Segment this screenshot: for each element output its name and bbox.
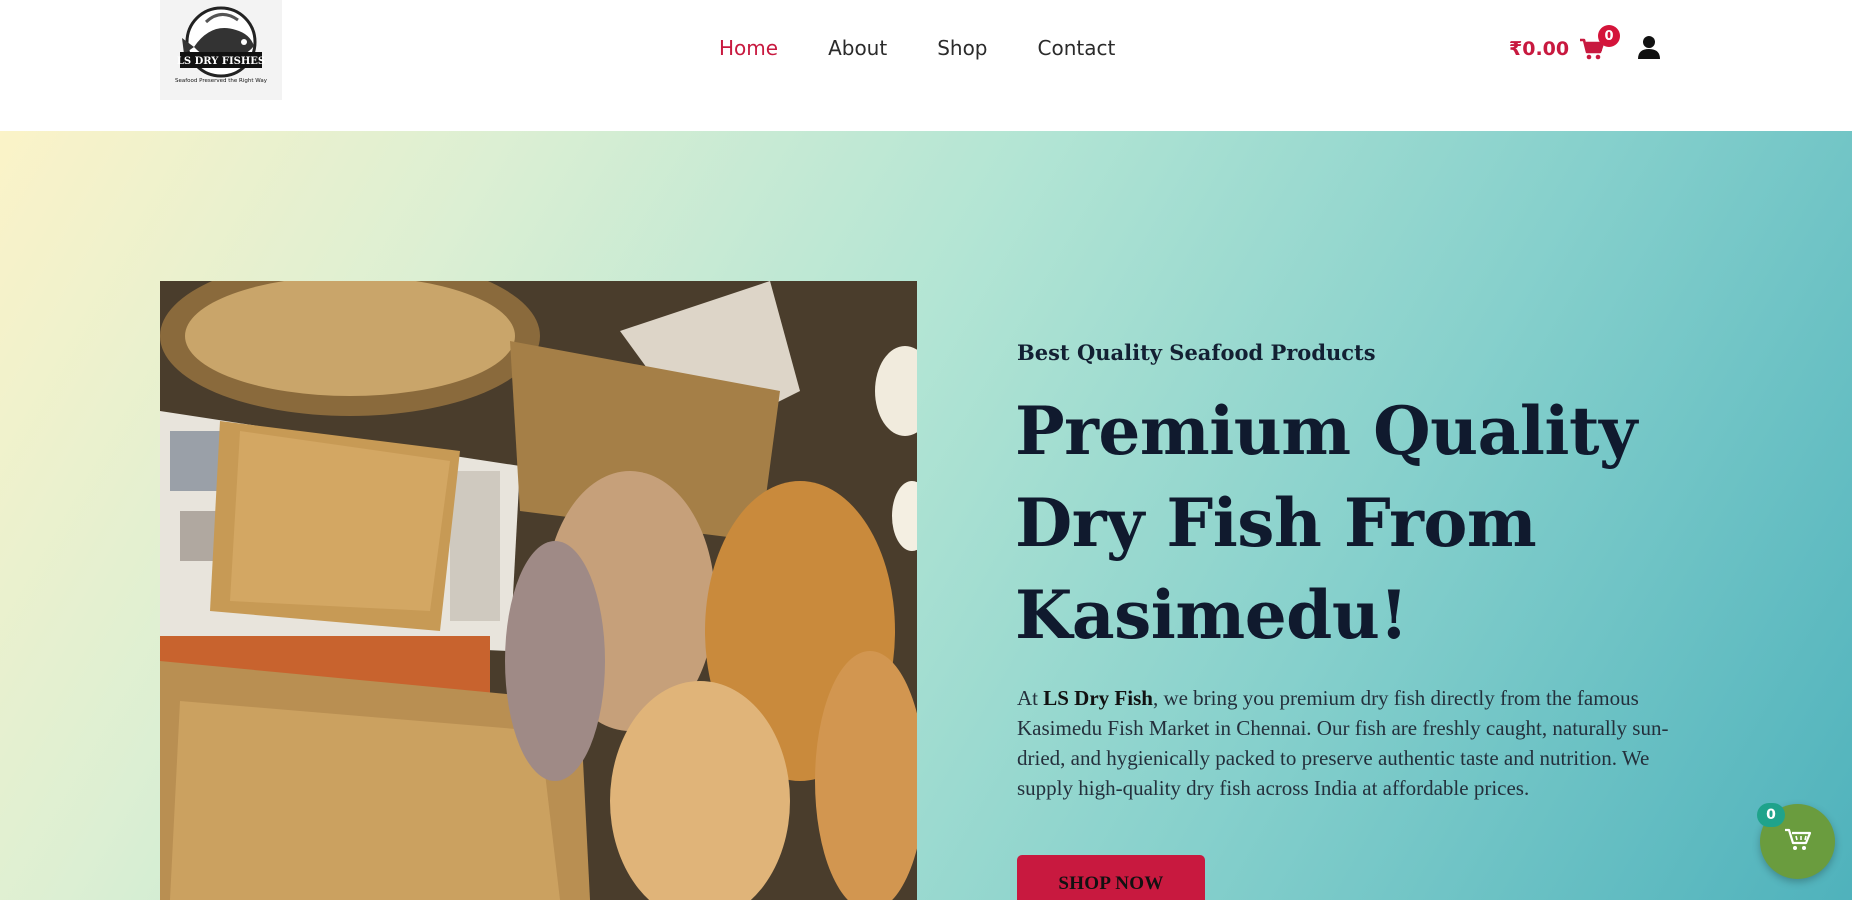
logo-text: LS DRY FISHES [177,56,265,67]
cart-count-badge: 0 [1598,25,1620,47]
description-prefix: At [1017,686,1044,710]
fish-logo-icon: LS DRY FISHES Seafood Preserved the Righ… [175,6,268,84]
nav-shop[interactable]: Shop [937,34,987,62]
hero-description: At LS Dry Fish, we bring you premium dry… [1017,683,1677,803]
floating-cart-badge: 0 [1757,803,1785,827]
description-brand: LS Dry Fish [1043,686,1153,710]
hero-headline: Premium Quality Dry Fish From Kasimedu! [1015,392,1637,654]
cart-total[interactable]: ₹0.00 [1509,38,1569,60]
main-nav: Home About Shop Contact [719,34,1115,62]
logo-tagline: Seafood Preserved the Right Way [175,78,268,84]
hero-eyebrow: Best Quality Seafood Products [1017,340,1376,365]
user-icon[interactable] [1637,35,1661,59]
cart-icon [1784,827,1812,856]
hero-image [160,281,917,900]
header-cart[interactable]: ₹0.00 [1509,34,1605,64]
site-header: LS DRY FISHES Seafood Preserved the Righ… [0,0,1852,131]
nav-about[interactable]: About [828,34,887,62]
shop-now-button[interactable]: SHOP NOW [1017,855,1205,900]
site-logo[interactable]: LS DRY FISHES Seafood Preserved the Righ… [160,0,282,100]
nav-home[interactable]: Home [719,34,778,62]
nav-contact[interactable]: Contact [1038,34,1116,62]
